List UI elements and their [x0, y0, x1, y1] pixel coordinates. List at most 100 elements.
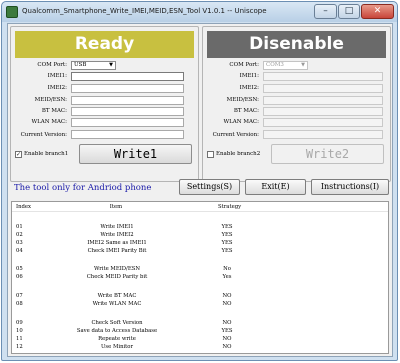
row-strategy: No	[223, 266, 231, 272]
wlan-mac-field[interactable]	[71, 118, 184, 127]
row-item: Write MEID/ESN	[94, 266, 140, 272]
table-row[interactable]: 09 Check Soft Version NO	[12, 319, 388, 327]
instructions-button[interactable]: Instructions(I)	[311, 179, 389, 195]
row-item: Check Soft Version	[91, 320, 143, 326]
table-row[interactable]: 04 Check IMEI Parity Bit YES	[12, 247, 388, 255]
imei1-field[interactable]	[263, 72, 383, 81]
com-port-value: COM3	[266, 62, 284, 68]
strategy-table: Index Item Strategy 01 Write IMEI1 YES 02 Wr…	[11, 201, 389, 354]
imei1-label: IMEI1:	[239, 73, 259, 79]
bt-mac-label: BT MAC:	[41, 108, 67, 114]
enable-branch2-label: Enable branch2	[216, 151, 261, 157]
row-index: 01	[16, 224, 23, 230]
wlan-mac-label: WLAN MAC:	[223, 119, 259, 125]
meid-esn-label: MEID/ESN:	[34, 97, 67, 103]
row-index: 04	[16, 248, 23, 254]
table-row[interactable]: 07 Write BT MAC NO	[12, 292, 388, 300]
table-row[interactable]: 01 Write IMEI1 YES	[12, 223, 388, 231]
current-version-label: Current Version:	[20, 132, 67, 138]
chevron-down-icon: ▼	[301, 62, 305, 68]
row-index: 12	[16, 344, 23, 350]
row-index: 02	[16, 232, 23, 238]
row-index: 09	[16, 320, 23, 326]
imei1-label: IMEI1:	[47, 73, 67, 79]
enable-branch2-checkbox[interactable]	[207, 151, 214, 158]
row-index: 10	[16, 328, 23, 334]
row-strategy: YES	[221, 248, 233, 254]
settings-button[interactable]: Settings(S)	[179, 179, 240, 195]
close-button[interactable]: ✕	[361, 4, 394, 19]
row-index: 06	[16, 274, 23, 280]
row-item: Write IMEI2	[100, 232, 134, 238]
imei1-field[interactable]	[71, 72, 184, 81]
current-version-label: Current Version:	[212, 132, 259, 138]
row-item: Check MEID Parity bit	[86, 274, 148, 280]
title-bar[interactable]: Qualcomm_Smartphone_Write_IMEI,MEID,ESN_…	[2, 2, 397, 22]
table-row[interactable]: 11 Repeate write NO	[12, 335, 388, 343]
row-item: Repeate write	[98, 336, 136, 342]
table-row[interactable]: 03 IMEI2 Same as IMEI1 YES	[12, 239, 388, 247]
app-icon	[6, 6, 18, 18]
imei2-field[interactable]	[263, 84, 383, 93]
write2-button[interactable]: Write2	[271, 144, 384, 164]
table-row[interactable]: 02 Write IMEI2 YES	[12, 231, 388, 239]
status-banner-branch1: Ready	[15, 31, 194, 58]
table-row[interactable]: 06 Check MEID Parity bit Yes	[12, 273, 388, 281]
enable-branch1-label: Enable branch1	[24, 151, 69, 157]
com-port-value: USB	[74, 62, 87, 68]
meid-esn-label: MEID/ESN:	[226, 97, 259, 103]
maximize-button[interactable]: □	[338, 4, 360, 19]
row-item: Check IMEI Parity Bit	[87, 248, 147, 254]
row-item: Write WLAN MAC	[92, 301, 142, 307]
table-header: Index Item Strategy	[12, 202, 388, 212]
com-port-select-branch2[interactable]: COM3 ▼	[263, 61, 308, 70]
wlan-mac-field[interactable]	[263, 118, 383, 127]
bt-mac-label: BT MAC:	[233, 108, 259, 114]
meid-esn-field[interactable]	[263, 96, 383, 105]
imei2-field[interactable]	[71, 84, 184, 93]
row-strategy: Yes	[222, 274, 232, 280]
row-index: 08	[16, 301, 23, 307]
client-area: Ready COM Port: USB ▼ IMEI1: IMEI2: MEID…	[7, 23, 393, 357]
exit-button[interactable]: Exit(E)	[245, 179, 306, 195]
row-index: 11	[16, 336, 23, 342]
status-banner-branch2: Disenable	[207, 31, 386, 58]
row-index: 07	[16, 293, 23, 299]
enable-branch1-checkbox[interactable]: ✓	[15, 151, 22, 158]
branch2-panel: Disenable COM Port: COM3 ▼ IMEI1: IMEI2:…	[202, 26, 391, 182]
bt-mac-field[interactable]	[263, 107, 383, 116]
wlan-mac-label: WLAN MAC:	[31, 119, 67, 125]
current-version-field	[263, 130, 383, 139]
row-item: Write IMEI1	[100, 224, 134, 230]
imei2-label: IMEI2:	[239, 85, 259, 91]
branch1-panel: Ready COM Port: USB ▼ IMEI1: IMEI2: MEID…	[10, 26, 199, 182]
row-index: 03	[16, 240, 23, 246]
row-strategy: NO	[222, 336, 232, 342]
row-index: 05	[16, 266, 23, 272]
bt-mac-field[interactable]	[71, 107, 184, 116]
row-strategy: NO	[222, 344, 232, 350]
com-port-label: COM Port:	[37, 62, 67, 68]
app-window: Qualcomm_Smartphone_Write_IMEI,MEID,ESN_…	[1, 1, 398, 361]
com-port-select-branch1[interactable]: USB ▼	[71, 61, 116, 70]
column-header-strategy[interactable]: Strategy	[218, 204, 241, 210]
row-item: IMEI2 Same as IMEI1	[87, 240, 147, 246]
table-row[interactable]: 12 Use Minitor NO	[12, 343, 388, 351]
column-header-item[interactable]: Item	[84, 204, 148, 210]
row-strategy: YES	[221, 328, 233, 334]
row-item: Save data to Access Database	[76, 328, 158, 334]
imei2-label: IMEI2:	[47, 85, 67, 91]
meid-esn-field[interactable]	[71, 96, 184, 105]
table-row[interactable]: 05 Write MEID/ESN No	[12, 265, 388, 273]
com-port-label: COM Port:	[229, 62, 259, 68]
column-header-index[interactable]: Index	[16, 204, 31, 210]
table-row[interactable]: 10 Save data to Access Database YES	[12, 327, 388, 335]
write1-button[interactable]: Write1	[79, 144, 192, 164]
row-strategy: YES	[221, 224, 233, 230]
tool-note: The tool only for Andriod phone	[14, 183, 152, 193]
current-version-field	[71, 130, 184, 139]
table-row[interactable]: 08 Write WLAN MAC NO	[12, 300, 388, 308]
chevron-down-icon: ▼	[109, 62, 113, 68]
row-strategy: YES	[221, 240, 233, 246]
minimize-button[interactable]: –	[314, 4, 337, 19]
